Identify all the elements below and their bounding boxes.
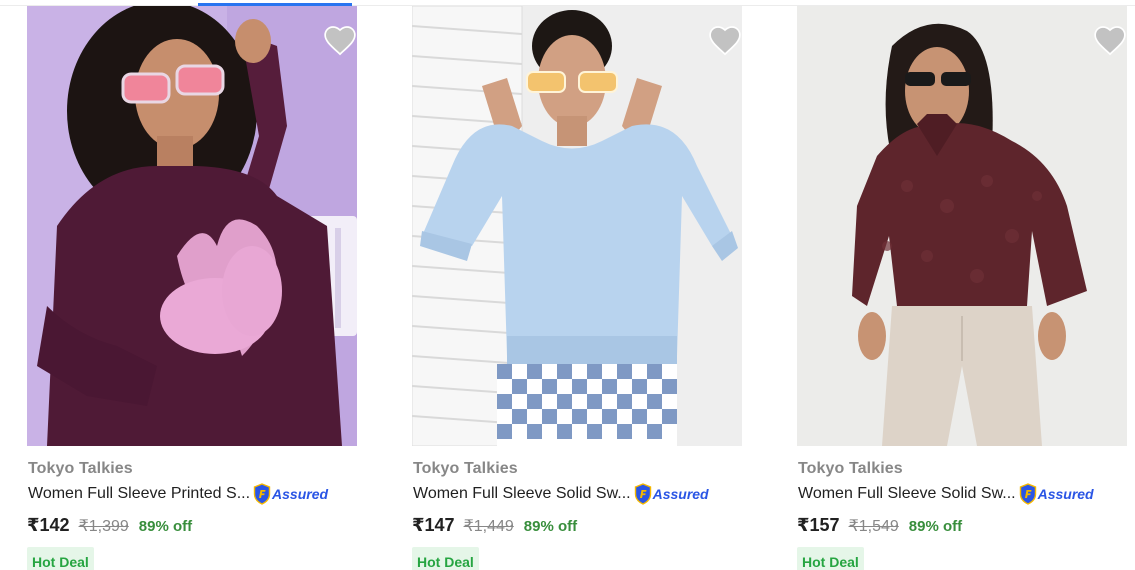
assured-badge: Assured: [1019, 483, 1094, 505]
product-title-row[interactable]: Women Full Sleeve Solid Sw... Assured: [798, 483, 1094, 505]
assured-badge: Assured: [634, 483, 709, 505]
wishlist-heart-icon[interactable]: [323, 24, 357, 56]
product-title[interactable]: Women Full Sleeve Solid Sw...: [413, 485, 631, 503]
product-card[interactable]: Tokyo Talkies Women Full Sleeve Printed …: [27, 6, 367, 570]
assured-badge: Assured: [253, 483, 328, 505]
discount-label: 89% off: [523, 518, 578, 535]
wishlist-heart-icon[interactable]: [1093, 24, 1127, 56]
product-brand: Tokyo Talkies: [798, 460, 903, 477]
product-brand: Tokyo Talkies: [413, 460, 518, 477]
assured-label: Assured: [652, 486, 709, 502]
original-price: ₹1,549: [848, 518, 899, 535]
hot-deal-badge: Hot Deal: [412, 547, 479, 570]
assured-label: Assured: [272, 486, 329, 502]
product-brand: Tokyo Talkies: [28, 460, 133, 477]
assured-shield-icon: [634, 483, 651, 505]
price-row: ₹147 ₹1,449 89% off: [412, 515, 577, 537]
price-row: ₹142 ₹1,399 89% off: [27, 515, 192, 537]
price-row: ₹157 ₹1,549 89% off: [797, 515, 962, 537]
discount-label: 89% off: [138, 518, 193, 535]
selling-price: ₹147: [412, 515, 455, 535]
product-title-row[interactable]: Women Full Sleeve Printed S... Assured: [28, 483, 328, 505]
product-image[interactable]: [412, 6, 742, 446]
hot-deal-badge: Hot Deal: [27, 547, 94, 570]
product-title-row[interactable]: Women Full Sleeve Solid Sw... Assured: [413, 483, 709, 505]
assured-shield-icon: [1019, 483, 1036, 505]
original-price: ₹1,399: [78, 518, 129, 535]
product-image[interactable]: [797, 6, 1127, 446]
original-price: ₹1,449: [463, 518, 514, 535]
selling-price: ₹157: [797, 515, 840, 535]
product-card[interactable]: Tokyo Talkies Women Full Sleeve Solid Sw…: [797, 6, 1135, 570]
assured-label: Assured: [1037, 486, 1094, 502]
product-title[interactable]: Women Full Sleeve Solid Sw...: [798, 485, 1016, 503]
product-card[interactable]: Tokyo Talkies Women Full Sleeve Solid Sw…: [412, 6, 752, 570]
product-title[interactable]: Women Full Sleeve Printed S...: [28, 485, 250, 503]
selling-price: ₹142: [27, 515, 70, 535]
wishlist-heart-icon[interactable]: [708, 24, 742, 56]
discount-label: 89% off: [908, 518, 963, 535]
product-image[interactable]: [27, 6, 357, 446]
hot-deal-badge: Hot Deal: [797, 547, 864, 570]
assured-shield-icon: [253, 483, 271, 505]
